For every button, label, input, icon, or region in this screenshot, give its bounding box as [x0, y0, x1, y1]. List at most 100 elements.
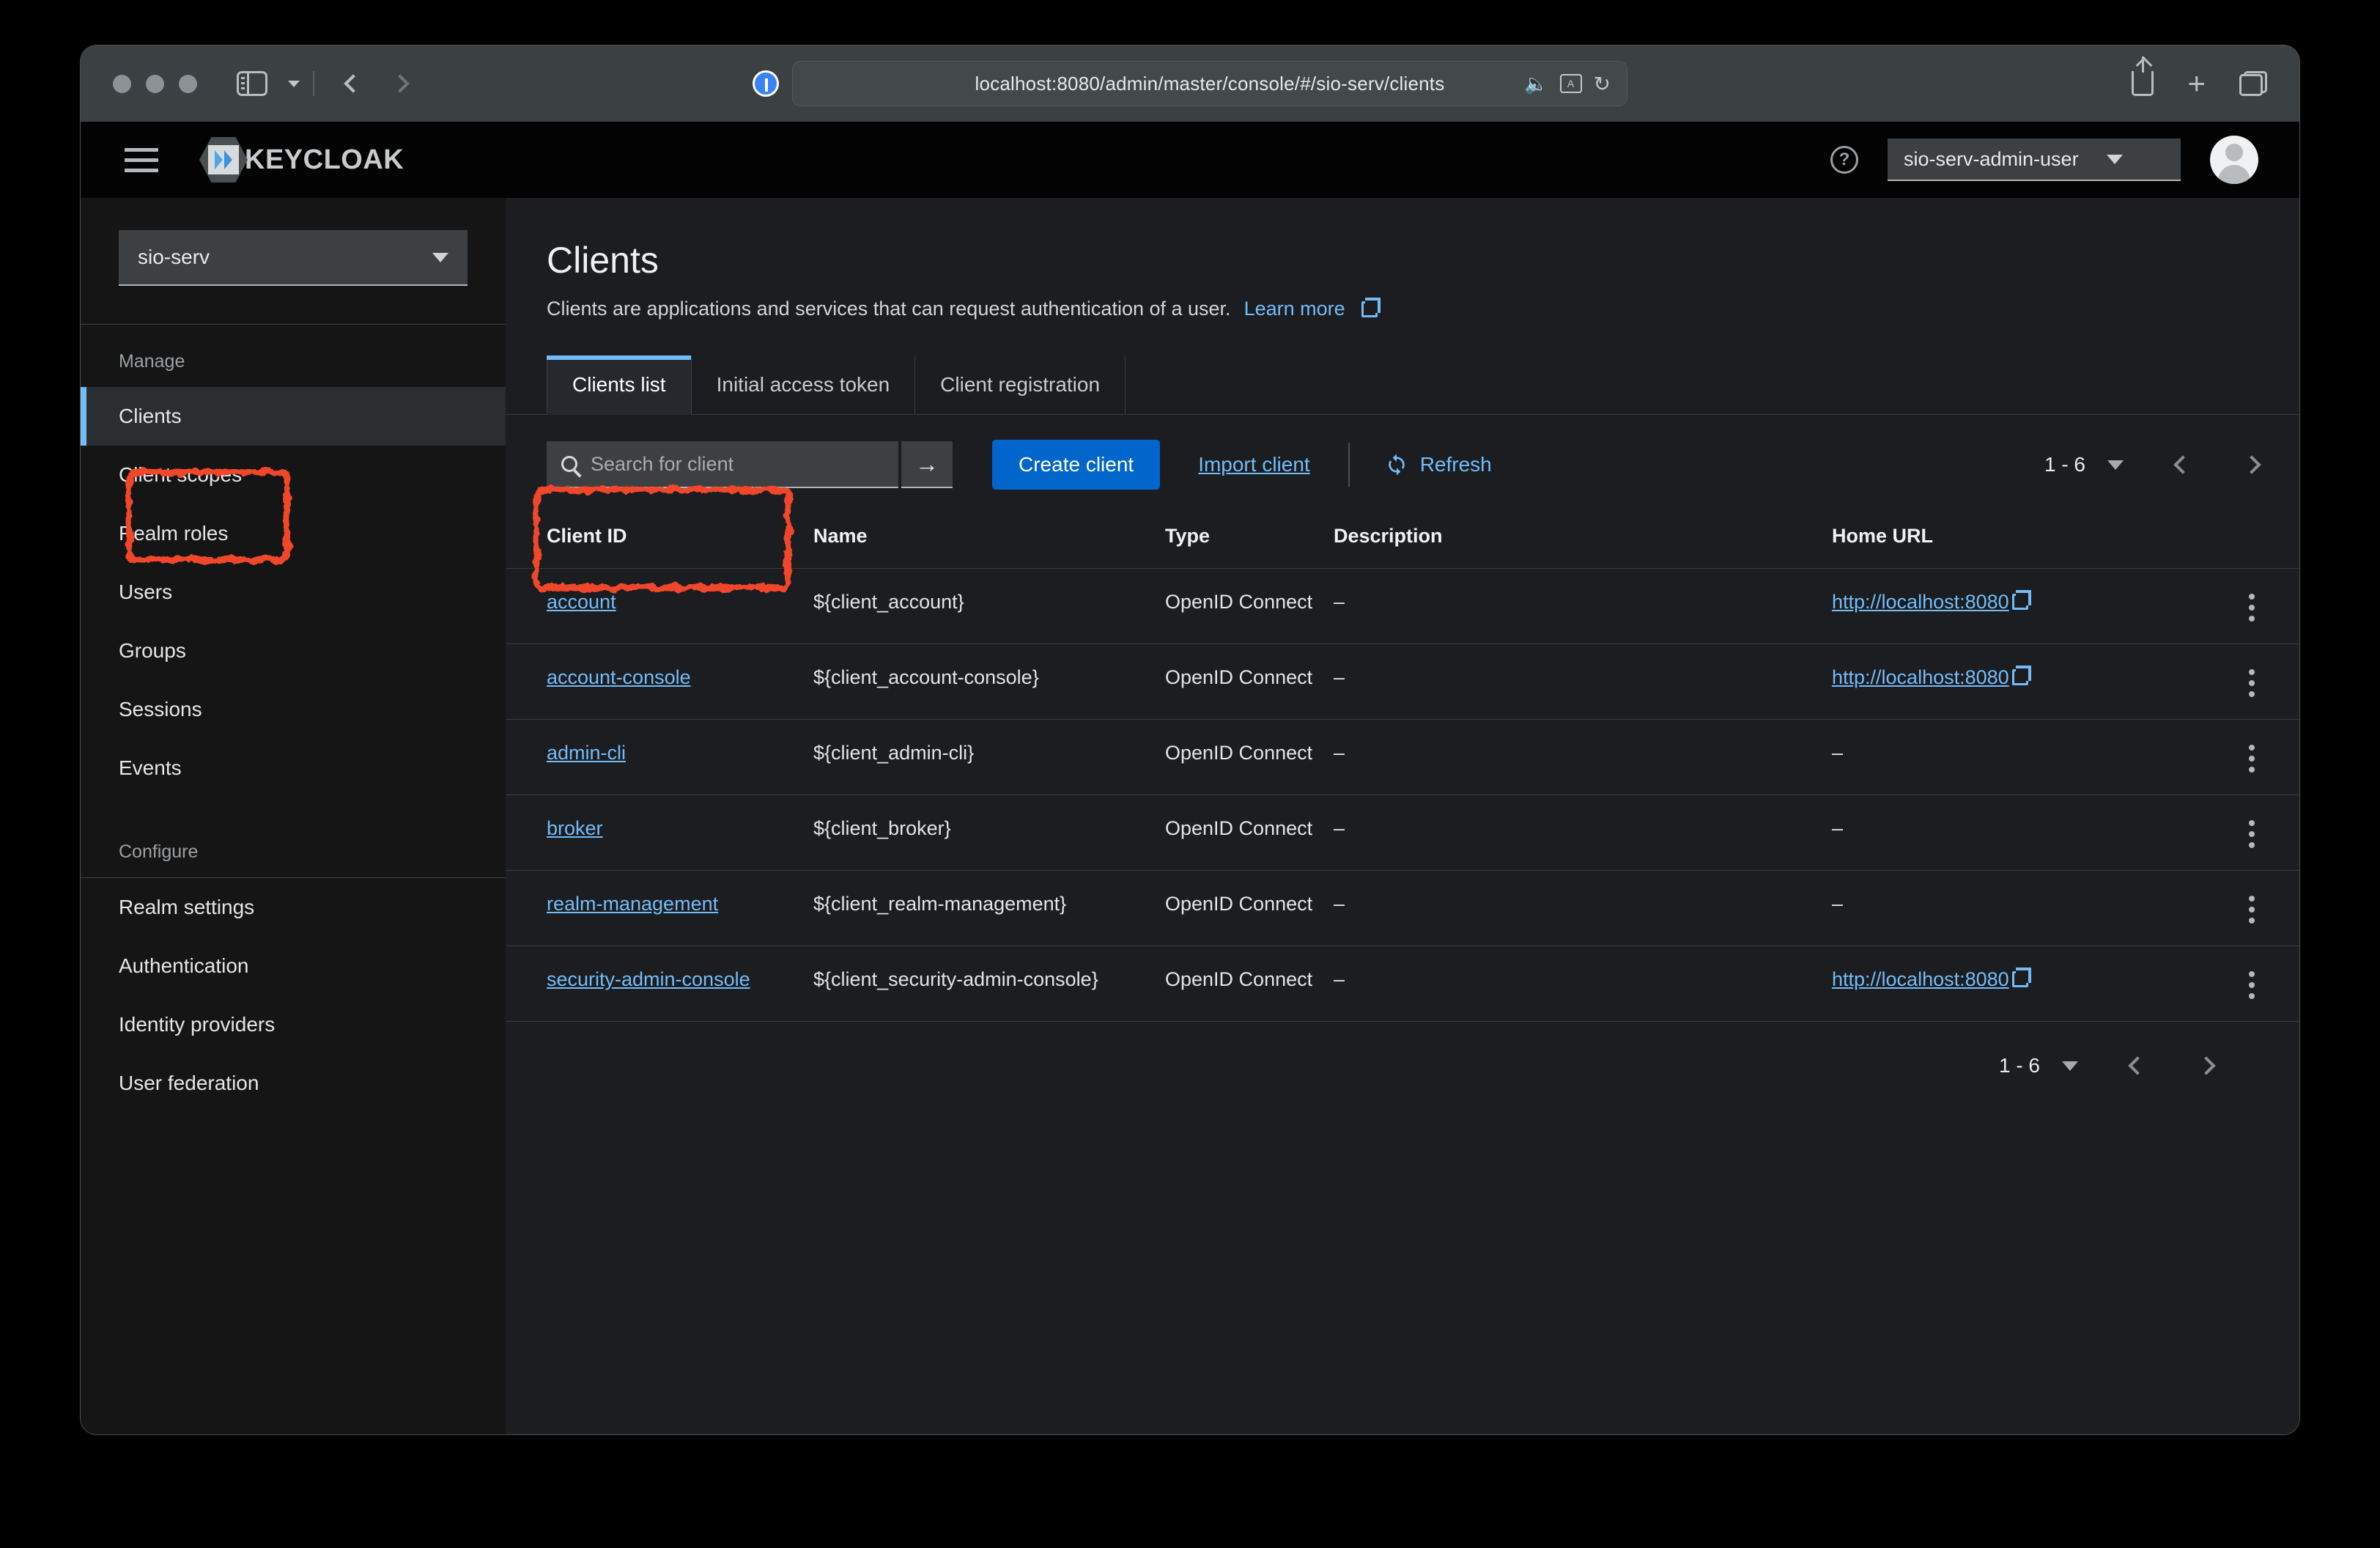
address-bar[interactable]: localhost:8080/admin/master/console/#/si… — [792, 61, 1627, 106]
row-actions-kebab-icon[interactable] — [2204, 817, 2299, 848]
row-actions-kebab-icon[interactable] — [2204, 893, 2299, 924]
realm-selector[interactable]: sio-serv — [119, 230, 468, 286]
chevron-down-icon[interactable] — [2107, 460, 2124, 470]
sidebar-item-authentication[interactable]: Authentication — [81, 937, 506, 995]
keycloak-logo[interactable]: KEYCLOAK — [199, 136, 404, 184]
hamburger-icon[interactable] — [125, 147, 158, 172]
toolbar-divider — [313, 71, 314, 96]
client-id-link[interactable]: account — [547, 591, 616, 613]
chevron-down-icon[interactable] — [288, 80, 300, 87]
home-url: – — [1832, 870, 2204, 946]
row-actions-kebab-icon[interactable] — [2204, 742, 2299, 773]
search-input-wrap[interactable] — [547, 441, 898, 488]
sidebar-toggle-icon[interactable] — [237, 71, 267, 96]
maximize-window-button[interactable] — [179, 74, 197, 93]
client-name: ${client_account} — [813, 568, 1165, 644]
reload-icon[interactable]: ↻ — [1594, 72, 1611, 96]
search-input[interactable] — [591, 452, 884, 476]
tab-client-registration[interactable]: Client registration — [914, 355, 1126, 414]
search-submit-button[interactable]: → — [901, 441, 953, 488]
sidebar-item-identity-providers[interactable]: Identity providers — [81, 995, 506, 1054]
home-url-link[interactable]: http://localhost:8080 — [1832, 666, 2009, 688]
back-chevron-icon[interactable] — [344, 74, 363, 93]
sidebar-item-events[interactable]: Events — [81, 739, 506, 797]
address-bar-area: localhost:8080/admin/master/console/#/si… — [753, 61, 1627, 106]
sidebar-item-label: Realm roles — [119, 522, 229, 545]
sidebar-item-users[interactable]: Users — [81, 563, 506, 622]
sidebar-item-realm-roles[interactable]: Realm roles — [81, 504, 506, 563]
client-description: – — [1334, 644, 1832, 720]
table-row: account-console ${client_account-console… — [506, 644, 2299, 720]
user-avatar-icon[interactable] — [2210, 136, 2258, 184]
address-bar-actions: 🔈 A ↻ — [1524, 72, 1611, 96]
import-client-button[interactable]: Import client — [1198, 453, 1310, 476]
sidebar-item-client-scopes[interactable]: Client scopes — [81, 446, 506, 504]
chevron-left-icon[interactable] — [2173, 455, 2192, 474]
tab-bar: Clients list Initial access token Client… — [506, 355, 2299, 415]
pagination-bottom: 1 - 6 — [506, 1022, 2299, 1077]
client-name: ${client_account-console} — [813, 644, 1165, 720]
page-subtitle: Clients are applications and services th… — [547, 297, 2299, 320]
chevron-down-icon[interactable] — [2062, 1061, 2078, 1071]
client-id-link[interactable]: broker — [547, 817, 603, 839]
create-client-button[interactable]: Create client — [992, 440, 1161, 490]
plus-icon[interactable]: + — [2187, 68, 2206, 99]
client-id-link[interactable]: admin-cli — [547, 742, 626, 764]
navigation-arrows[interactable] — [344, 74, 410, 93]
tab-label: Client registration — [940, 373, 1101, 396]
table-row: security-admin-console ${client_security… — [506, 946, 2299, 1022]
user-menu[interactable]: sio-serv-admin-user — [1888, 139, 2181, 181]
external-link-icon — [2011, 968, 2031, 987]
reader-mode-icon[interactable] — [753, 70, 779, 97]
client-id-link[interactable]: security-admin-console — [547, 968, 750, 990]
table-row: account ${client_account} OpenID Connect… — [506, 568, 2299, 644]
sidebar-item-label: User federation — [119, 1072, 259, 1094]
table-row: broker ${client_broker} OpenID Connect –… — [506, 795, 2299, 871]
chevron-down-icon — [432, 252, 448, 262]
chevron-right-icon[interactable] — [2242, 455, 2261, 474]
tab-label: Initial access token — [716, 373, 890, 396]
tab-overview-icon[interactable] — [2239, 71, 2267, 96]
sidebar-item-sessions[interactable]: Sessions — [81, 680, 506, 739]
sidebar-item-user-federation[interactable]: User federation — [81, 1054, 506, 1113]
column-header-description: Description — [1334, 515, 1832, 569]
home-url-link[interactable]: http://localhost:8080 — [1832, 968, 2009, 990]
window-controls[interactable] — [113, 74, 197, 93]
row-actions-kebab-icon[interactable] — [2204, 968, 2299, 999]
close-window-button[interactable] — [113, 74, 131, 93]
sidebar-item-label: Events — [119, 756, 182, 779]
client-name: ${client_admin-cli} — [813, 719, 1165, 795]
tab-clients-list[interactable]: Clients list — [547, 355, 692, 415]
learn-more-link[interactable]: Learn more — [1244, 298, 1345, 320]
table-body: account ${client_account} OpenID Connect… — [506, 568, 2299, 1022]
external-link-icon — [2011, 666, 2031, 685]
column-header-name: Name — [813, 515, 1165, 569]
client-name: ${client_realm-management} — [813, 870, 1165, 946]
share-icon[interactable] — [2132, 56, 2154, 96]
url-text: localhost:8080/admin/master/console/#/si… — [975, 72, 1445, 95]
home-url-link[interactable]: http://localhost:8080 — [1832, 591, 2009, 613]
translate-icon[interactable]: A — [1559, 74, 1582, 93]
row-actions-kebab-icon[interactable] — [2204, 666, 2299, 697]
row-actions-kebab-icon[interactable] — [2204, 591, 2299, 622]
help-circle-icon[interactable]: ? — [1830, 146, 1858, 174]
speaker-icon[interactable]: 🔈 — [1524, 73, 1548, 95]
sidebar-item-realm-settings[interactable]: Realm settings — [81, 878, 506, 937]
minimize-window-button[interactable] — [146, 74, 164, 93]
client-id-link[interactable]: account-console — [547, 666, 691, 688]
table-toolbar: → Create client Import client Refresh 1 … — [506, 415, 2299, 515]
chevron-right-icon[interactable] — [2197, 1056, 2216, 1075]
client-type: OpenID Connect — [1165, 719, 1334, 795]
tab-initial-access-token[interactable]: Initial access token — [690, 355, 915, 414]
sidebar-item-groups[interactable]: Groups — [81, 622, 506, 680]
external-link-icon — [1361, 297, 1381, 317]
sidebar-item-clients[interactable]: Clients — [81, 387, 506, 446]
client-description: – — [1334, 870, 1832, 946]
client-type: OpenID Connect — [1165, 568, 1334, 644]
realm-name: sio-serv — [138, 246, 210, 268]
client-id-link[interactable]: realm-management — [547, 893, 718, 915]
forward-chevron-icon — [391, 74, 410, 93]
refresh-button[interactable]: Refresh — [1385, 453, 1492, 476]
chevron-left-icon[interactable] — [2128, 1056, 2147, 1075]
column-header-home-url: Home URL — [1832, 515, 2204, 569]
